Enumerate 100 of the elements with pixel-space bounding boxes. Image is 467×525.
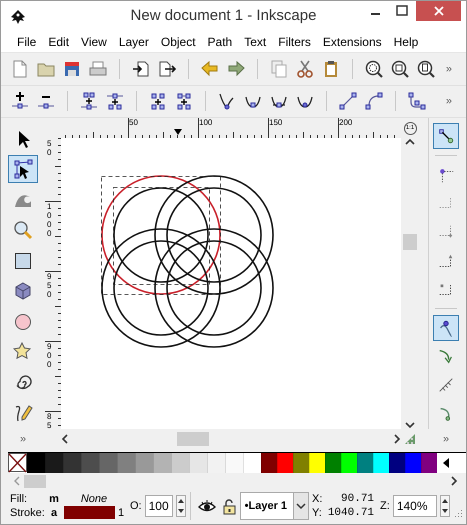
curve-segment-icon[interactable] bbox=[364, 91, 384, 112]
color-swatch[interactable] bbox=[309, 453, 325, 474]
color-swatch[interactable] bbox=[207, 453, 225, 474]
lock-icon[interactable] bbox=[222, 498, 237, 515]
object-to-path-icon[interactable] bbox=[407, 91, 427, 112]
fill-label: Fill: bbox=[10, 493, 28, 506]
circle-pattern-drawing[interactable] bbox=[101, 175, 275, 350]
node-tool-button[interactable] bbox=[8, 154, 38, 184]
menu-item[interactable]: View bbox=[75, 34, 113, 49]
color-swatch[interactable] bbox=[421, 453, 437, 474]
color-swatch[interactable] bbox=[225, 453, 243, 474]
menu-item[interactable]: Help bbox=[388, 34, 424, 49]
color-swatch[interactable] bbox=[171, 453, 189, 474]
menu-item[interactable]: Layer bbox=[112, 34, 155, 49]
fill-code: m bbox=[48, 493, 60, 506]
curve-node-icon bbox=[437, 318, 455, 337]
maximize-icon[interactable] bbox=[396, 5, 408, 16]
ruler-label: 50 bbox=[47, 140, 52, 158]
menu-item[interactable]: File bbox=[11, 34, 42, 49]
stroke-swatch[interactable] bbox=[64, 506, 115, 520]
zoom-icon[interactable] bbox=[390, 58, 410, 79]
more-button[interactable]: » bbox=[446, 95, 452, 108]
canvas[interactable] bbox=[61, 138, 401, 430]
color-swatch[interactable] bbox=[153, 453, 171, 474]
opacity-field[interactable]: 100 bbox=[144, 495, 173, 518]
horizontal-scrollbar[interactable] bbox=[61, 430, 401, 448]
color-swatch[interactable] bbox=[293, 453, 309, 474]
inkscape-logo-icon bbox=[10, 9, 26, 25]
zoom-field[interactable]: 140% bbox=[392, 495, 437, 518]
color-swatch[interactable] bbox=[341, 453, 357, 474]
curve-arrow-icon bbox=[437, 347, 455, 366]
color-swatch[interactable] bbox=[135, 453, 153, 474]
circle-icon bbox=[13, 312, 33, 332]
more-button[interactable]: » bbox=[446, 62, 452, 75]
more-button[interactable]: » bbox=[442, 432, 450, 445]
ruler-label: 900 bbox=[47, 343, 52, 370]
color-swatch[interactable] bbox=[189, 453, 207, 474]
chevron-right-icon[interactable] bbox=[393, 434, 401, 444]
chevron-up-icon[interactable] bbox=[405, 138, 415, 146]
scrollbar-thumb[interactable] bbox=[24, 474, 46, 488]
undo-icon[interactable] bbox=[200, 58, 220, 79]
color-swatch[interactable] bbox=[357, 453, 373, 474]
menu-item[interactable]: Object bbox=[154, 34, 202, 49]
zoom-label: Z: bbox=[380, 500, 390, 512]
color-swatch[interactable] bbox=[389, 453, 405, 474]
snap-toggle-button[interactable] bbox=[433, 315, 459, 341]
scrollbar-thumb[interactable] bbox=[403, 234, 417, 250]
color-swatch[interactable] bbox=[45, 453, 63, 474]
stroke-code: a bbox=[50, 506, 58, 519]
ruler-label: 50 bbox=[129, 119, 138, 128]
join-nodes-icon[interactable] bbox=[79, 91, 99, 112]
zoom-icon[interactable] bbox=[416, 58, 436, 79]
opacity-label: O: bbox=[130, 500, 142, 512]
import-icon[interactable] bbox=[131, 58, 151, 79]
menu-item[interactable]: Path bbox=[202, 34, 238, 49]
line-segment-icon[interactable] bbox=[338, 91, 358, 112]
scissors-icon[interactable] bbox=[295, 58, 315, 79]
zoom-icon[interactable] bbox=[364, 58, 384, 79]
hatched-line-icon bbox=[437, 376, 455, 394]
x-label: X: bbox=[312, 492, 324, 506]
redo-icon[interactable] bbox=[226, 58, 246, 79]
triangle-left-icon[interactable] bbox=[443, 458, 449, 468]
close-icon bbox=[434, 6, 444, 16]
menu-item[interactable]: Edit bbox=[42, 34, 76, 49]
snap-toggle-button[interactable] bbox=[433, 123, 459, 149]
ruler-label: 200 bbox=[339, 119, 352, 128]
menu-item[interactable]: Text bbox=[238, 34, 272, 49]
color-swatch[interactable] bbox=[373, 453, 389, 474]
scrollbar-thumb[interactable] bbox=[177, 432, 209, 446]
window-title: New document 1 - Inkscape bbox=[130, 6, 318, 24]
chevron-down-icon[interactable] bbox=[405, 421, 415, 430]
color-swatch[interactable] bbox=[99, 453, 117, 474]
magnifier-icon bbox=[13, 220, 33, 240]
node-arrow-icon bbox=[13, 159, 33, 180]
chevron-left-icon[interactable] bbox=[61, 434, 69, 444]
y-coordinate: 1040.71 bbox=[326, 506, 374, 520]
color-swatch[interactable] bbox=[405, 453, 421, 474]
menu-item[interactable]: Filters bbox=[272, 34, 317, 49]
triangle-marker-icon bbox=[174, 129, 182, 136]
close-button[interactable] bbox=[416, 1, 461, 21]
spinner-arrows-icon[interactable] bbox=[176, 495, 186, 518]
chevron-right-icon[interactable] bbox=[450, 476, 458, 486]
no-color-swatch[interactable] bbox=[8, 453, 27, 474]
layer-dropdown[interactable]: •Layer 1 bbox=[240, 492, 310, 520]
menu-item[interactable]: Extensions bbox=[316, 34, 388, 49]
spinner-arrows-icon[interactable] bbox=[440, 495, 450, 518]
resize-grip-icon[interactable] bbox=[454, 508, 463, 518]
color-swatch[interactable] bbox=[117, 453, 135, 474]
color-swatch[interactable] bbox=[261, 453, 277, 474]
color-swatch[interactable] bbox=[81, 453, 99, 474]
x-coordinate: 90.71 bbox=[340, 492, 374, 506]
export-icon[interactable] bbox=[157, 58, 177, 79]
color-swatch[interactable] bbox=[277, 453, 293, 474]
checkered-swatch-icon[interactable] bbox=[403, 432, 417, 446]
color-swatch[interactable] bbox=[27, 453, 45, 474]
color-swatch[interactable] bbox=[325, 453, 341, 474]
node-plus-icon[interactable] bbox=[10, 91, 30, 112]
more-button[interactable]: » bbox=[20, 432, 26, 445]
break-nodes-icon[interactable] bbox=[105, 91, 125, 112]
color-swatch[interactable] bbox=[63, 453, 81, 474]
